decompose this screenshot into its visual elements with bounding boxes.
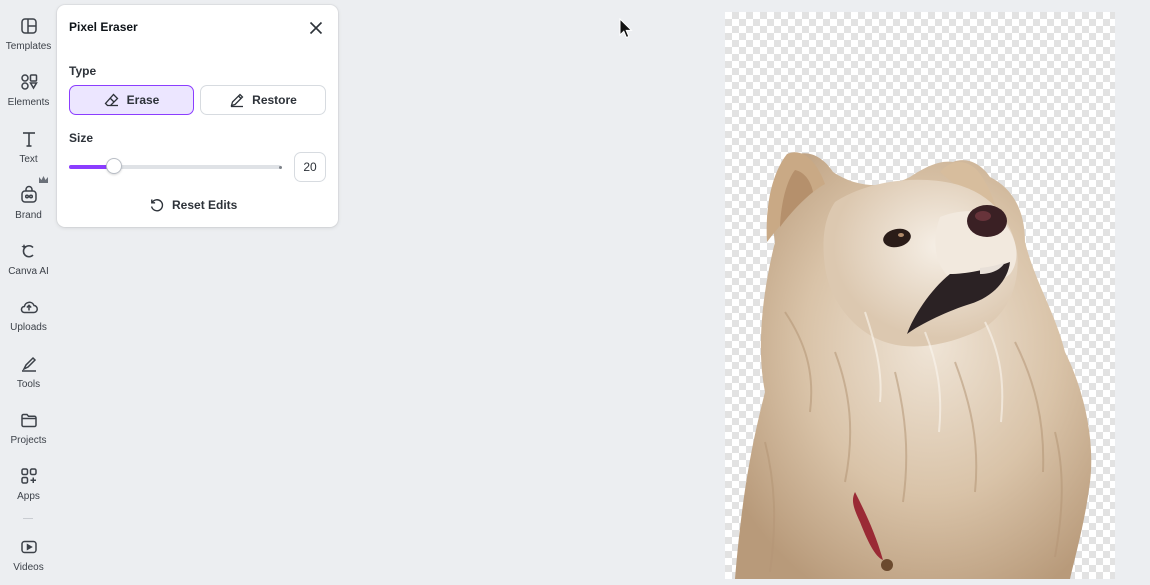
apps-icon [19, 466, 39, 486]
size-slider-thumb[interactable] [105, 158, 122, 174]
type-label: Type [69, 64, 97, 78]
sidebar-item-tools[interactable]: Tools [0, 346, 57, 398]
sidebar-item-label: Uploads [10, 322, 47, 333]
left-sidebar: Templates Elements Text Brand Canva AI U… [0, 0, 57, 585]
brand-icon [19, 185, 39, 205]
sidebar-item-label: Canva AI [8, 266, 49, 277]
videos-icon [19, 537, 39, 557]
erase-button[interactable]: Erase [69, 85, 194, 115]
uploads-icon [19, 297, 39, 317]
dog-image[interactable] [725, 12, 1115, 579]
reset-edits-label: Reset Edits [172, 198, 238, 212]
slider-end-dot [279, 165, 282, 169]
reset-icon [150, 199, 164, 212]
panel-title: Pixel Eraser [69, 20, 138, 34]
sidebar-item-text[interactable]: Text [0, 121, 57, 173]
sidebar-item-label: Apps [17, 491, 40, 502]
sidebar-item-label: Elements [7, 97, 50, 108]
sidebar-item-projects[interactable]: Projects [0, 402, 57, 454]
tools-icon [19, 354, 39, 374]
size-slider[interactable] [69, 158, 282, 174]
eraser-icon [104, 93, 119, 107]
restore-button[interactable]: Restore [200, 85, 326, 115]
sidebar-item-uploads[interactable]: Uploads [0, 289, 57, 341]
size-label: Size [69, 131, 94, 145]
pixel-eraser-panel: Pixel Eraser Type Erase Restore Size 20 … [57, 5, 338, 227]
folder-icon [19, 410, 39, 430]
pen-icon [230, 93, 244, 108]
reset-edits-button[interactable]: Reset Edits [149, 195, 237, 215]
sidebar-item-videos[interactable]: Videos [0, 529, 57, 581]
sidebar-item-templates[interactable]: Templates [0, 8, 57, 60]
sidebar-item-label: Tools [16, 379, 41, 390]
sidebar-item-label: Text [19, 154, 38, 165]
sidebar-item-label: Projects [10, 435, 47, 446]
sidebar-item-apps[interactable]: Apps [0, 458, 57, 510]
dog-photo [735, 152, 1092, 579]
restore-label: Restore [252, 93, 297, 107]
erase-label: Erase [126, 93, 160, 107]
canva-ai-icon [19, 241, 39, 261]
mouse-cursor-icon [619, 18, 633, 39]
sidebar-item-elements[interactable]: Elements [0, 64, 57, 116]
elements-icon [19, 72, 39, 92]
size-input[interactable]: 20 [294, 152, 326, 182]
close-icon [309, 21, 323, 35]
templates-icon [19, 16, 39, 36]
sidebar-item-label: Videos [13, 562, 44, 573]
sidebar-item-label: Templates [5, 41, 52, 52]
close-button[interactable] [307, 19, 325, 37]
sidebar-item-label: Brand [15, 210, 42, 221]
sidebar-item-canva-ai[interactable]: Canva AI [0, 233, 57, 285]
sidebar-divider [23, 518, 33, 519]
text-icon [19, 129, 39, 149]
sidebar-item-brand[interactable]: Brand [0, 177, 57, 229]
